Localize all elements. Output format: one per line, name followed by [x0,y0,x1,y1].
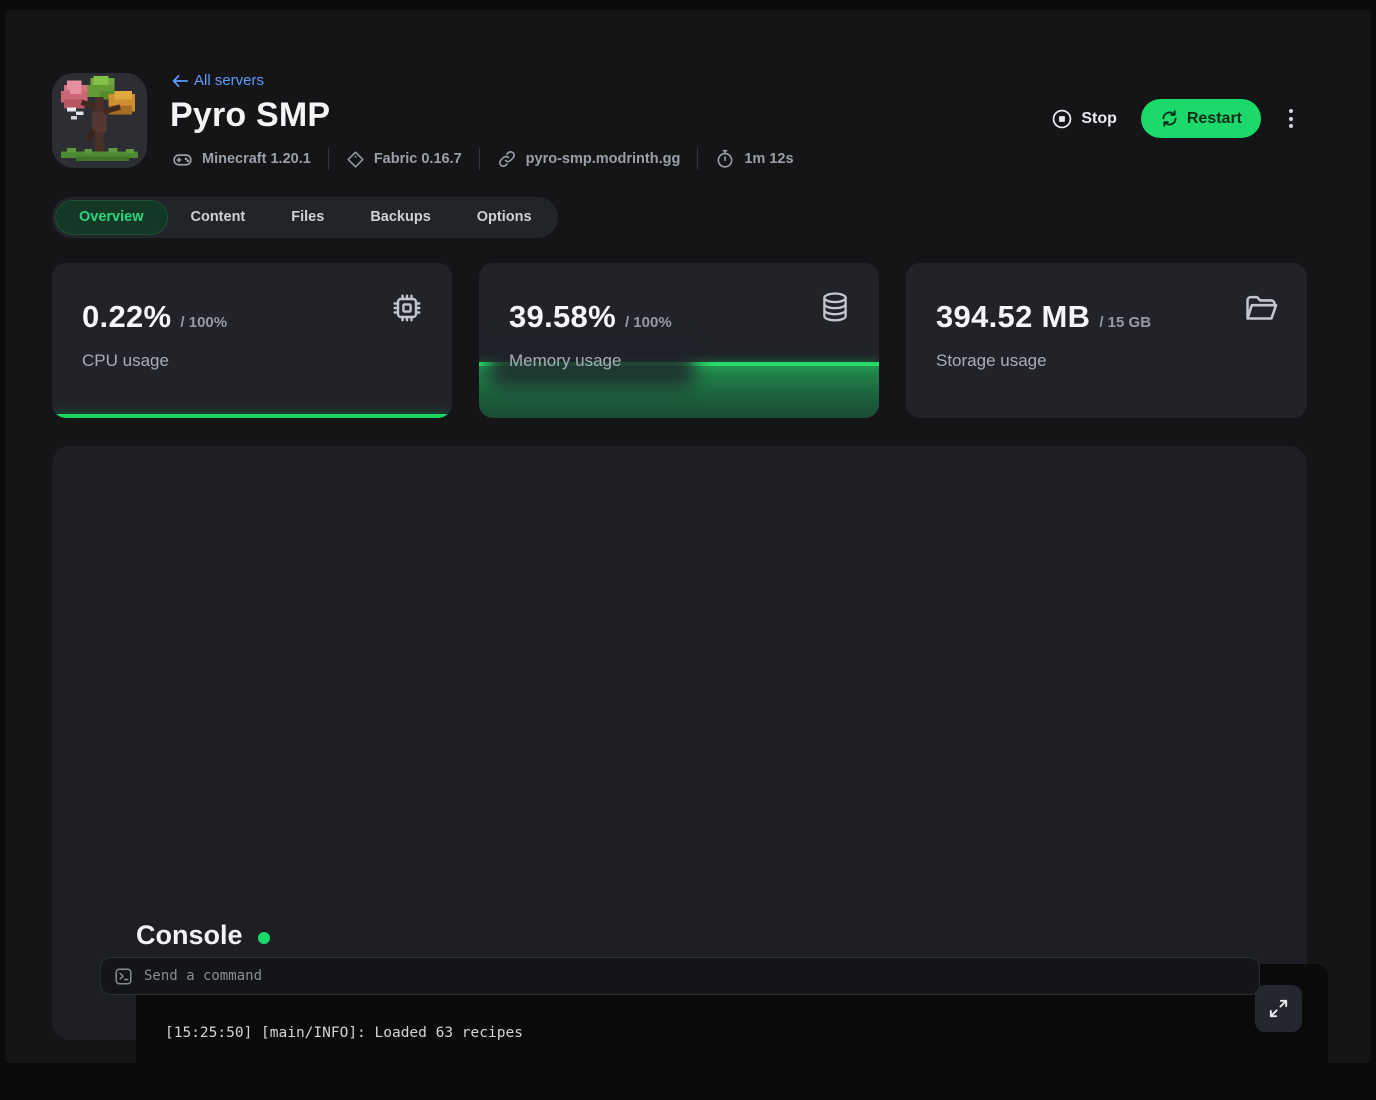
storage-usage-card: 394.52 MB / 15 GB Storage usage [906,263,1307,418]
memory-usage-value: 39.58% [509,299,616,335]
log-line: [15:25:50] [main/INFO]: Loaded 63 recipe… [165,1017,1328,1049]
memory-usage-card: 39.58% / 100% Memory usage [479,263,879,418]
command-input-container[interactable] [100,957,1260,995]
meta-address[interactable]: pyro-smp.modrinth.gg [497,149,681,169]
memory-usage-limit: / 100% [625,314,672,331]
kebab-dot [1289,124,1293,128]
cpu-icon [389,290,425,326]
restart-button-label: Restart [1187,110,1242,128]
cpu-usage-value: 0.22% [82,299,171,335]
meta-loader-label: Fabric 0.16.7 [374,151,462,167]
storage-usage-label: Storage usage [936,351,1047,371]
tab-content[interactable]: Content [168,200,269,235]
stop-button[interactable]: Stop [1051,108,1117,130]
header-controls: Stop Restart [1051,99,1297,138]
cpu-usage-limit: / 100% [180,314,227,331]
back-to-all-servers-link[interactable]: All servers [171,72,264,89]
link-icon [497,149,517,169]
meta-version-label: Minecraft 1.20.1 [202,151,311,167]
tag-icon [346,150,365,169]
tab-backups[interactable]: Backups [347,200,453,235]
more-options-button[interactable] [1285,105,1297,132]
kebab-dot [1289,117,1293,121]
cpu-usage-label: CPU usage [82,351,169,371]
kebab-dot [1289,109,1293,113]
meta-separator [697,148,698,170]
server-avatar [52,73,147,168]
storage-usage-value: 394.52 MB [936,299,1090,335]
tab-bar: Overview Content Files Backups Options [52,197,558,238]
app-window: All servers Pyro SMP Minecraft 1.20.1 [0,0,1376,1100]
stop-button-label: Stop [1081,110,1117,128]
meta-uptime: 1m 12s [715,149,793,169]
command-input[interactable] [144,968,1246,984]
tab-overview[interactable]: Overview [55,200,168,235]
database-icon [818,290,852,324]
restart-icon [1160,109,1179,128]
console-panel: Console [15:25:50] [main/INFO]: Loaded 6… [52,446,1307,1040]
meta-address-label: pyro-smp.modrinth.gg [526,151,681,167]
server-status-dot [258,932,270,944]
meta-uptime-label: 1m 12s [744,151,793,167]
cpu-usage-card: 0.22% / 100% CPU usage [52,263,452,418]
expand-icon [1267,997,1290,1020]
storage-usage-limit: / 15 GB [1099,314,1151,331]
tab-files[interactable]: Files [268,200,347,235]
console-title: Console [136,920,243,951]
cpu-usage-fill-bar [52,414,452,418]
restart-button[interactable]: Restart [1141,99,1261,138]
tab-options[interactable]: Options [454,200,555,235]
folder-open-icon [1242,290,1280,328]
terminal-icon [114,967,133,986]
meta-version: Minecraft 1.20.1 [172,149,311,170]
back-arrow-icon [171,74,188,88]
timer-icon [715,149,735,169]
seasons-tree-icon [52,73,147,168]
back-link-label: All servers [194,72,264,89]
meta-separator [479,148,480,170]
console-expand-button[interactable] [1255,985,1302,1032]
memory-usage-label: Memory usage [509,351,621,371]
meta-separator [328,148,329,170]
server-meta-row: Minecraft 1.20.1 Fabric 0.16.7 pyro-smp.… [172,148,794,170]
meta-loader: Fabric 0.16.7 [346,150,462,169]
gamepad-icon [172,149,193,170]
page-title: Pyro SMP [170,96,330,135]
stop-icon [1051,108,1073,130]
